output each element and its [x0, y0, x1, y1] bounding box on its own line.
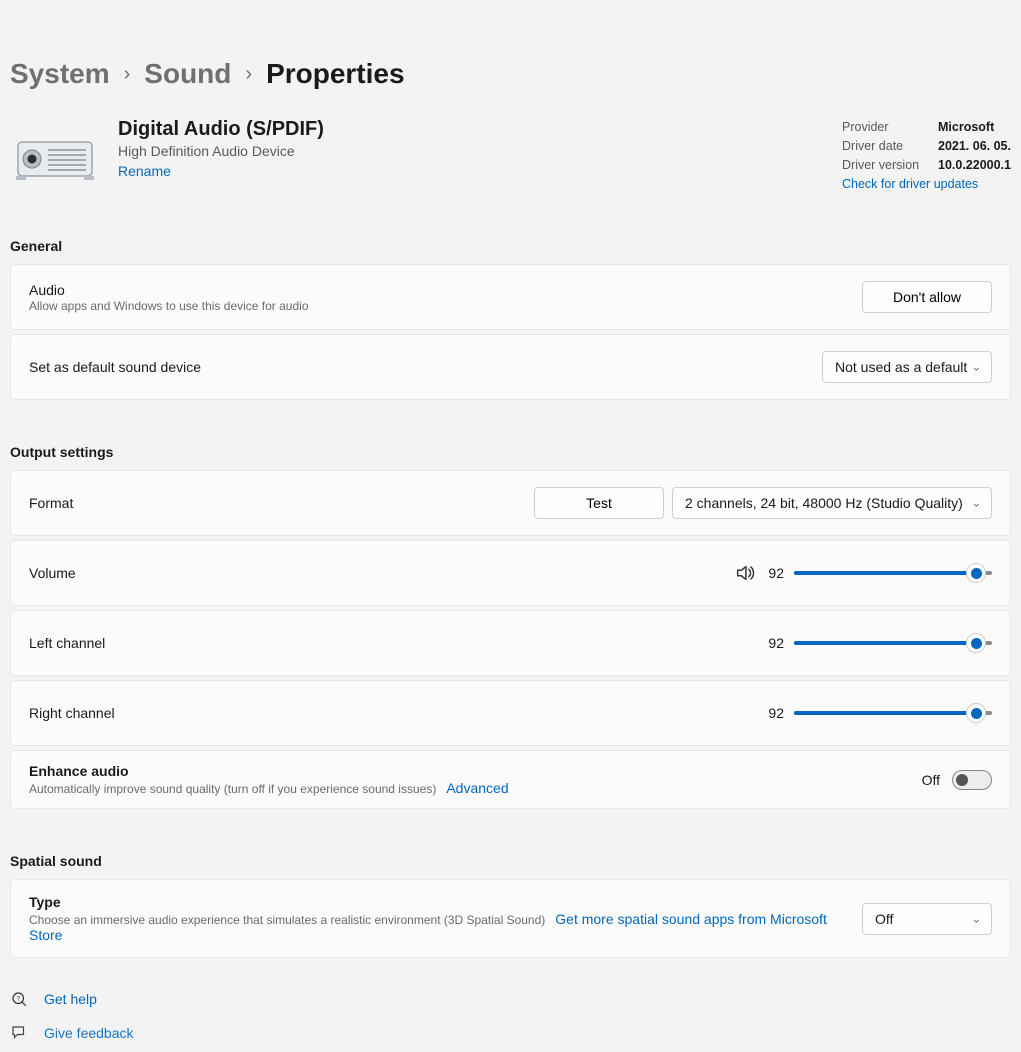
default-device-value: Not used as a default [835, 359, 967, 375]
rename-link[interactable]: Rename [118, 163, 171, 179]
right-channel-title: Right channel [29, 705, 750, 721]
right-channel-card: Right channel 92 [10, 680, 1011, 746]
breadcrumb-properties: Properties [266, 58, 405, 90]
device-subtitle: High Definition Audio Device [118, 143, 824, 159]
volume-value: 92 [766, 565, 784, 581]
footer-links: ? Get help Give feedback [10, 962, 1011, 1042]
enhance-audio-card: Enhance audio Automatically improve soun… [10, 750, 1011, 809]
device-title: Digital Audio (S/PDIF) [118, 118, 824, 141]
audio-device-icon [10, 124, 100, 194]
help-icon: ? [10, 990, 28, 1008]
spatial-type-subtitle: Choose an immersive audio experience tha… [29, 911, 846, 943]
dont-allow-button[interactable]: Don't allow [862, 281, 992, 313]
device-header: Digital Audio (S/PDIF) High Definition A… [10, 110, 1011, 234]
speaker-icon[interactable] [734, 562, 756, 584]
section-spatial-sound: Spatial sound [10, 853, 1011, 869]
right-channel-value: 92 [766, 705, 784, 721]
driver-version-label: Driver version [842, 156, 924, 175]
format-card: Format Test 2 channels, 24 bit, 48000 Hz… [10, 470, 1011, 536]
breadcrumb-sound[interactable]: Sound [144, 58, 231, 90]
format-dropdown[interactable]: 2 channels, 24 bit, 48000 Hz (Studio Qua… [672, 487, 992, 519]
left-channel-card: Left channel 92 [10, 610, 1011, 676]
chevron-down-icon: ⌄ [972, 497, 981, 510]
provider-label: Provider [842, 118, 924, 137]
enhance-audio-title: Enhance audio [29, 763, 906, 779]
default-device-card: Set as default sound device Not used as … [10, 334, 1011, 400]
driver-date-value: 2021. 06. 05. [938, 137, 1011, 156]
chevron-right-icon: › [124, 63, 131, 86]
default-device-title: Set as default sound device [29, 359, 806, 375]
volume-slider[interactable] [794, 563, 992, 583]
left-channel-slider[interactable] [794, 633, 992, 653]
spatial-type-title: Type [29, 894, 846, 910]
default-device-dropdown[interactable]: Not used as a default ⌄ [822, 351, 992, 383]
driver-date-label: Driver date [842, 137, 924, 156]
spatial-type-card: Type Choose an immersive audio experienc… [10, 879, 1011, 958]
enhance-audio-sub-text: Automatically improve sound quality (tur… [29, 782, 436, 796]
spatial-type-sub-text: Choose an immersive audio experience tha… [29, 913, 545, 927]
audio-subtitle: Allow apps and Windows to use this devic… [29, 299, 846, 313]
section-output-settings: Output settings [10, 444, 1011, 460]
volume-title: Volume [29, 565, 718, 581]
audio-allow-card: Audio Allow apps and Windows to use this… [10, 264, 1011, 330]
spatial-type-dropdown[interactable]: Off ⌄ [862, 903, 992, 935]
enhance-audio-subtitle: Automatically improve sound quality (tur… [29, 780, 906, 796]
svg-text:?: ? [16, 996, 20, 1003]
advanced-link[interactable]: Advanced [446, 780, 508, 796]
enhance-toggle-state: Off [922, 772, 940, 788]
give-feedback-link[interactable]: Give feedback [44, 1025, 134, 1041]
spatial-type-value: Off [875, 911, 893, 927]
left-channel-value: 92 [766, 635, 784, 651]
section-general: General [10, 238, 1011, 254]
driver-version-value: 10.0.22000.1 [938, 156, 1011, 175]
chevron-down-icon: ⌄ [972, 912, 981, 925]
left-channel-title: Left channel [29, 635, 750, 651]
audio-title: Audio [29, 282, 846, 298]
test-button[interactable]: Test [534, 487, 664, 519]
volume-card: Volume 92 [10, 540, 1011, 606]
breadcrumb: System › Sound › Properties [10, 10, 1011, 110]
format-title: Format [29, 495, 518, 511]
provider-value: Microsoft [938, 118, 994, 137]
driver-info: Provider Microsoft Driver date 2021. 06.… [842, 118, 1011, 194]
check-driver-updates-link[interactable]: Check for driver updates [842, 177, 978, 191]
feedback-icon [10, 1024, 28, 1042]
chevron-right-icon: › [245, 63, 252, 86]
breadcrumb-system[interactable]: System [10, 58, 110, 90]
format-value: 2 channels, 24 bit, 48000 Hz (Studio Qua… [685, 495, 963, 511]
right-channel-slider[interactable] [794, 703, 992, 723]
get-help-link[interactable]: Get help [44, 991, 97, 1007]
enhance-toggle[interactable] [952, 770, 992, 790]
chevron-down-icon: ⌄ [972, 361, 981, 374]
